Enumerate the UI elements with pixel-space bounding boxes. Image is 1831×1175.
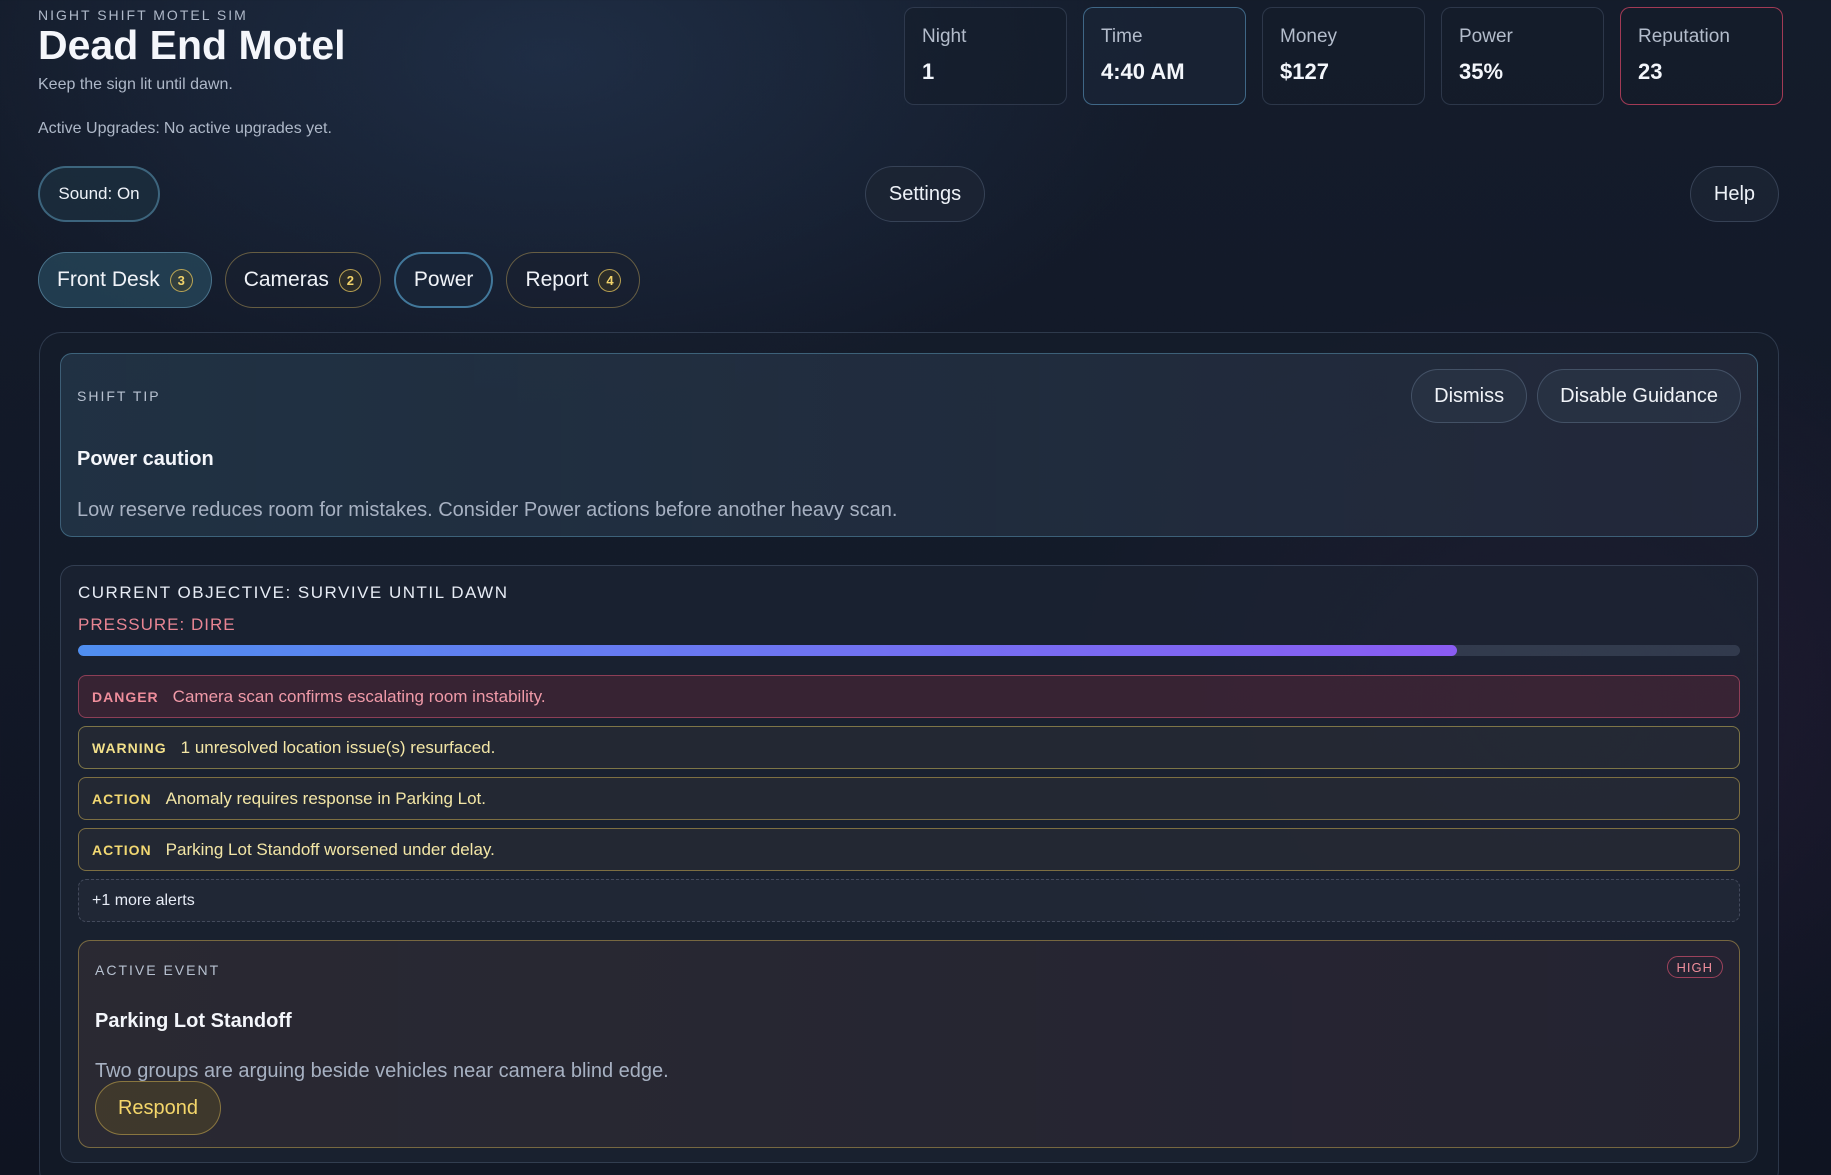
stat-money: Money $127 — [1262, 7, 1425, 105]
stat-power-value: 35% — [1459, 59, 1504, 84]
alert-item: ACTION Anomaly requires response in Park… — [78, 777, 1740, 820]
active-upgrades-label: Active Upgrades: — [38, 120, 160, 137]
stat-night-value: 1 — [922, 59, 935, 84]
shift-tip-card: SHIFT TIP Dismiss Disable Guidance Power… — [60, 353, 1758, 537]
tab-power[interactable]: Power — [393, 252, 494, 308]
active-event-card: ACTIVE EVENT HIGH Parking Lot Standoff T… — [78, 940, 1740, 1148]
tab-front-desk[interactable]: Front Desk 3 — [38, 252, 212, 308]
stat-reputation: Reputation 23 — [1620, 7, 1783, 105]
objective-progress-track — [78, 645, 1740, 656]
app-kicker: NIGHT SHIFT MOTEL SIM — [38, 7, 248, 23]
more-alerts-item[interactable]: +1 more alerts — [78, 879, 1740, 922]
shift-tip-body: Low reserve reduces room for mistakes. C… — [77, 499, 898, 521]
alert-text: Parking Lot Standoff worsened under dela… — [165, 839, 495, 859]
objective-title: CURRENT OBJECTIVE: SURVIVE UNTIL DAWN — [78, 583, 509, 602]
stat-time: Time 4:40 AM — [1083, 7, 1246, 105]
alert-text: Camera scan confirms escalating room ins… — [172, 686, 546, 706]
sound-toggle-button[interactable]: Sound: On — [38, 166, 160, 222]
tab-front-desk-badge: 3 — [169, 268, 193, 292]
tab-cameras-label: Cameras — [243, 268, 329, 291]
alert-list: DANGER Camera scan confirms escalating r… — [78, 675, 1740, 930]
respond-button[interactable]: Respond — [95, 1081, 221, 1135]
objective-progress-fill — [78, 645, 1458, 656]
page-subtitle: Keep the sign lit until dawn. — [38, 76, 233, 93]
alert-item: DANGER Camera scan confirms escalating r… — [78, 675, 1740, 718]
alert-text: Anomaly requires response in Parking Lot… — [165, 788, 487, 808]
tab-report[interactable]: Report 4 — [506, 252, 641, 308]
objective-card: CURRENT OBJECTIVE: SURVIVE UNTIL DAWN PR… — [60, 565, 1758, 1163]
alert-level: ACTION — [92, 841, 152, 858]
active-event-kicker: ACTIVE EVENT — [95, 962, 221, 978]
disable-guidance-button[interactable]: Disable Guidance — [1537, 369, 1741, 423]
tab-bar: Front Desk 3 Cameras 2 Power Report 4 — [38, 252, 641, 308]
active-event-body: Two groups are arguing beside vehicles n… — [95, 1060, 669, 1082]
pressure-level: PRESSURE: DIRE — [78, 615, 236, 634]
active-upgrades: Active Upgrades: No active upgrades yet. — [38, 120, 332, 138]
stat-reputation-label: Reputation — [1638, 26, 1730, 47]
tab-report-label: Report — [525, 268, 589, 291]
stat-reputation-value: 23 — [1638, 59, 1663, 84]
alert-text: 1 unresolved location issue(s) resurface… — [180, 737, 496, 757]
alert-item: WARNING 1 unresolved location issue(s) r… — [78, 726, 1740, 769]
stat-time-value: 4:40 AM — [1101, 59, 1185, 84]
stat-power-label: Power — [1459, 26, 1513, 47]
stat-money-label: Money — [1280, 26, 1338, 47]
shift-tip-actions: Dismiss Disable Guidance — [1411, 369, 1741, 423]
stat-time-label: Time — [1101, 26, 1143, 47]
tab-cameras[interactable]: Cameras 2 — [224, 252, 381, 308]
alert-level: ACTION — [92, 790, 152, 807]
stat-night: Night 1 — [904, 7, 1067, 105]
active-upgrades-value: No active upgrades yet. — [163, 120, 332, 137]
tab-cameras-badge: 2 — [338, 268, 362, 292]
active-event-title: Parking Lot Standoff — [95, 1010, 292, 1032]
severity-badge: HIGH — [1666, 956, 1723, 978]
page-title: Dead End Motel — [38, 22, 346, 68]
alert-level: DANGER — [92, 688, 159, 705]
alert-item: ACTION Parking Lot Standoff worsened und… — [78, 828, 1740, 871]
alert-level: WARNING — [92, 739, 167, 756]
shift-tip-title: Power caution — [77, 448, 214, 470]
tab-front-desk-label: Front Desk — [57, 268, 160, 291]
dismiss-button[interactable]: Dismiss — [1411, 369, 1528, 423]
stat-night-label: Night — [922, 26, 967, 47]
stats-bar: Night 1 Time 4:40 AM Money $127 Power 35… — [904, 7, 1783, 105]
help-button[interactable]: Help — [1690, 166, 1779, 222]
tab-power-label: Power — [413, 268, 474, 291]
stat-power: Power 35% — [1441, 7, 1604, 105]
stat-money-value: $127 — [1280, 59, 1329, 84]
tab-report-badge: 4 — [598, 268, 622, 292]
shift-tip-kicker: SHIFT TIP — [77, 388, 161, 404]
settings-button[interactable]: Settings — [865, 166, 985, 222]
